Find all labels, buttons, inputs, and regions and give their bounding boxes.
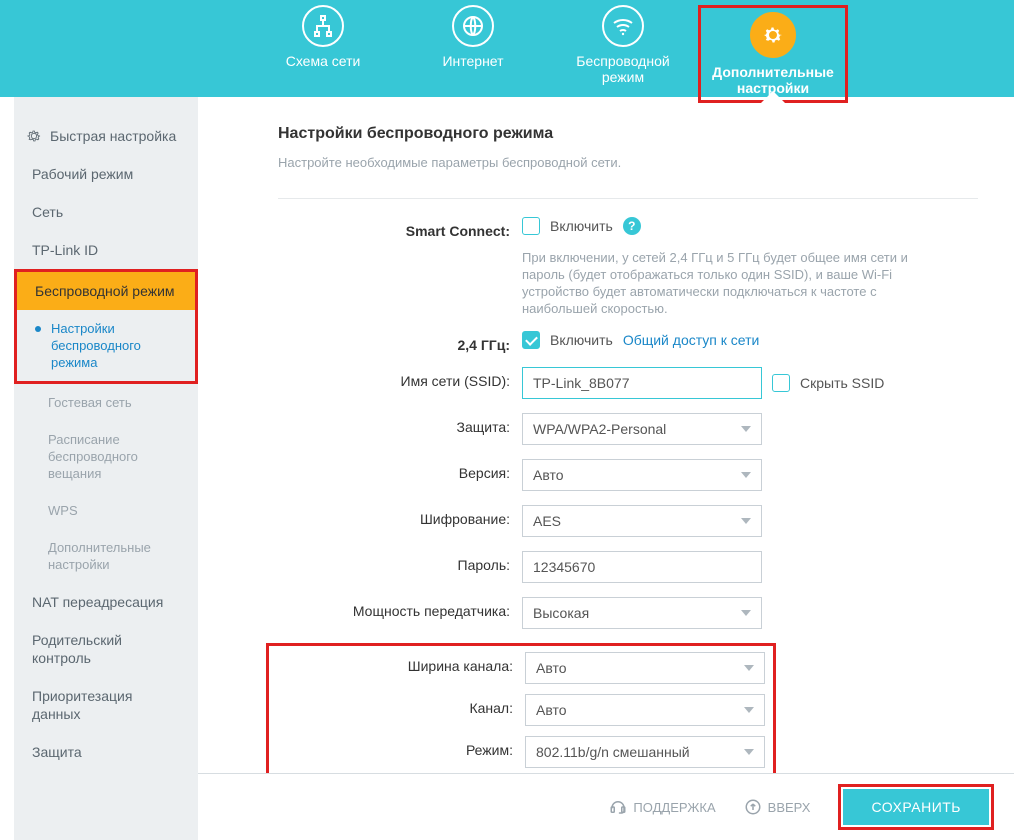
checkbox-24ghz-enable[interactable] [522,331,540,349]
sidebar-item-tplink-id[interactable]: TP-Link ID [14,231,198,269]
link-top[interactable]: ВВЕРХ [744,798,811,816]
select-encryption[interactable]: AES [522,505,762,537]
nav-network-map[interactable]: Схема сети [248,5,398,69]
footer-label: ПОДДЕРЖКА [633,800,715,815]
input-ssid[interactable] [522,367,762,399]
chevron-down-icon [744,749,754,755]
label-24ghz: 2,4 ГГц: [278,331,522,353]
sidebar-sub-wireless-settings[interactable]: Настройки беспроводного режима [17,310,195,381]
nav-label: Схема сети [248,53,398,69]
page-subtitle: Настройте необходимые параметры беспрово… [278,155,978,170]
checkbox-label: Скрыть SSID [800,375,884,391]
label-smart-connect: Smart Connect: [278,217,522,239]
page-title: Настройки беспроводного режима [278,125,978,143]
sidebar-label: Быстрая настройка [50,127,176,145]
nav-advanced[interactable]: Дополнительные настройки [698,5,848,103]
smart-connect-hint: При включении, у сетей 2,4 ГГц и 5 ГГц б… [522,249,932,317]
checkbox-smart-connect[interactable] [522,217,540,235]
wifi-icon [602,5,644,47]
sidebar-sub-wps[interactable]: WPS [14,492,198,529]
label-ssid: Имя сети (SSID): [278,367,522,389]
chevron-down-icon [741,472,751,478]
select-version[interactable]: Авто [522,459,762,491]
select-value: Авто [536,660,567,676]
label-tx-power: Мощность передатчика: [278,597,522,619]
gear-outline-icon [26,128,42,144]
chevron-down-icon [741,426,751,432]
top-nav: Схема сети Интернет Беспроводной режим Д… [0,0,1014,97]
label-encryption: Шифрование: [278,505,522,527]
sitemap-icon [302,5,344,47]
select-value: Высокая [533,605,589,621]
sidebar-item-wireless[interactable]: Беспроводной режим [17,272,195,310]
link-share-network-24[interactable]: Общий доступ к сети [623,332,760,348]
nav-wireless[interactable]: Беспроводной режим [548,5,698,85]
select-channel-width[interactable]: Авто [525,652,765,684]
sidebar-item-network[interactable]: Сеть [14,193,198,231]
label-version: Версия: [278,459,522,481]
checkbox-hide-ssid[interactable] [772,374,790,392]
sidebar-item-qos[interactable]: Приоритезация данных [14,677,198,733]
input-password[interactable] [522,551,762,583]
chevron-down-icon [744,707,754,713]
nav-label: Беспроводной режим [548,53,698,85]
sidebar-item-operation-mode[interactable]: Рабочий режим [14,155,198,193]
main-panel: Настройки беспроводного режима Настройте… [198,97,1014,840]
help-icon[interactable]: ? [623,217,641,235]
checkbox-label: Включить [550,332,613,348]
sidebar-sub-schedule[interactable]: Расписание беспроводного вещания [14,421,198,492]
select-tx-power[interactable]: Высокая [522,597,762,629]
label-mode: Режим: [281,736,525,758]
select-value: WPA/WPA2-Personal [533,421,666,437]
select-value: Авто [533,467,564,483]
footer-label: ВВЕРХ [768,800,811,815]
link-support[interactable]: ПОДДЕРЖКА [609,798,715,816]
sidebar-sub-advanced[interactable]: Дополнительные настройки [14,529,198,583]
chevron-down-icon [744,665,754,671]
sidebar: Быстрая настройка Рабочий режим Сеть TP-… [14,97,198,840]
globe-icon [452,5,494,47]
sidebar-sub-guest-network[interactable]: Гостевая сеть [14,384,198,421]
label-password: Пароль: [278,551,522,573]
sidebar-item-quick-setup[interactable]: Быстрая настройка [14,117,198,155]
select-mode[interactable]: 802.11b/g/n смешанный [525,736,765,768]
gear-icon [750,12,796,58]
select-security[interactable]: WPA/WPA2-Personal [522,413,762,445]
nav-internet[interactable]: Интернет [398,5,548,69]
select-value: AES [533,513,561,529]
sidebar-item-parental[interactable]: Родительский контроль [14,621,198,677]
checkbox-label: Включить [550,218,613,234]
headset-icon [609,798,627,816]
chevron-down-icon [741,610,751,616]
label-channel-width: Ширина канала: [281,652,525,674]
label-security: Защита: [278,413,522,435]
save-button[interactable]: СОХРАНИТЬ [843,789,989,825]
select-channel[interactable]: Авто [525,694,765,726]
label-channel: Канал: [281,694,525,716]
sidebar-item-security[interactable]: Защита [14,733,198,771]
nav-label: Интернет [398,53,548,69]
sidebar-item-nat[interactable]: NAT переадресация [14,583,198,621]
footer-bar: ПОДДЕРЖКА ВВЕРХ СОХРАНИТЬ [198,773,1014,840]
select-value: Авто [536,702,567,718]
arrow-up-icon [744,798,762,816]
select-value: 802.11b/g/n смешанный [536,744,690,760]
divider [278,198,978,199]
chevron-down-icon [741,518,751,524]
